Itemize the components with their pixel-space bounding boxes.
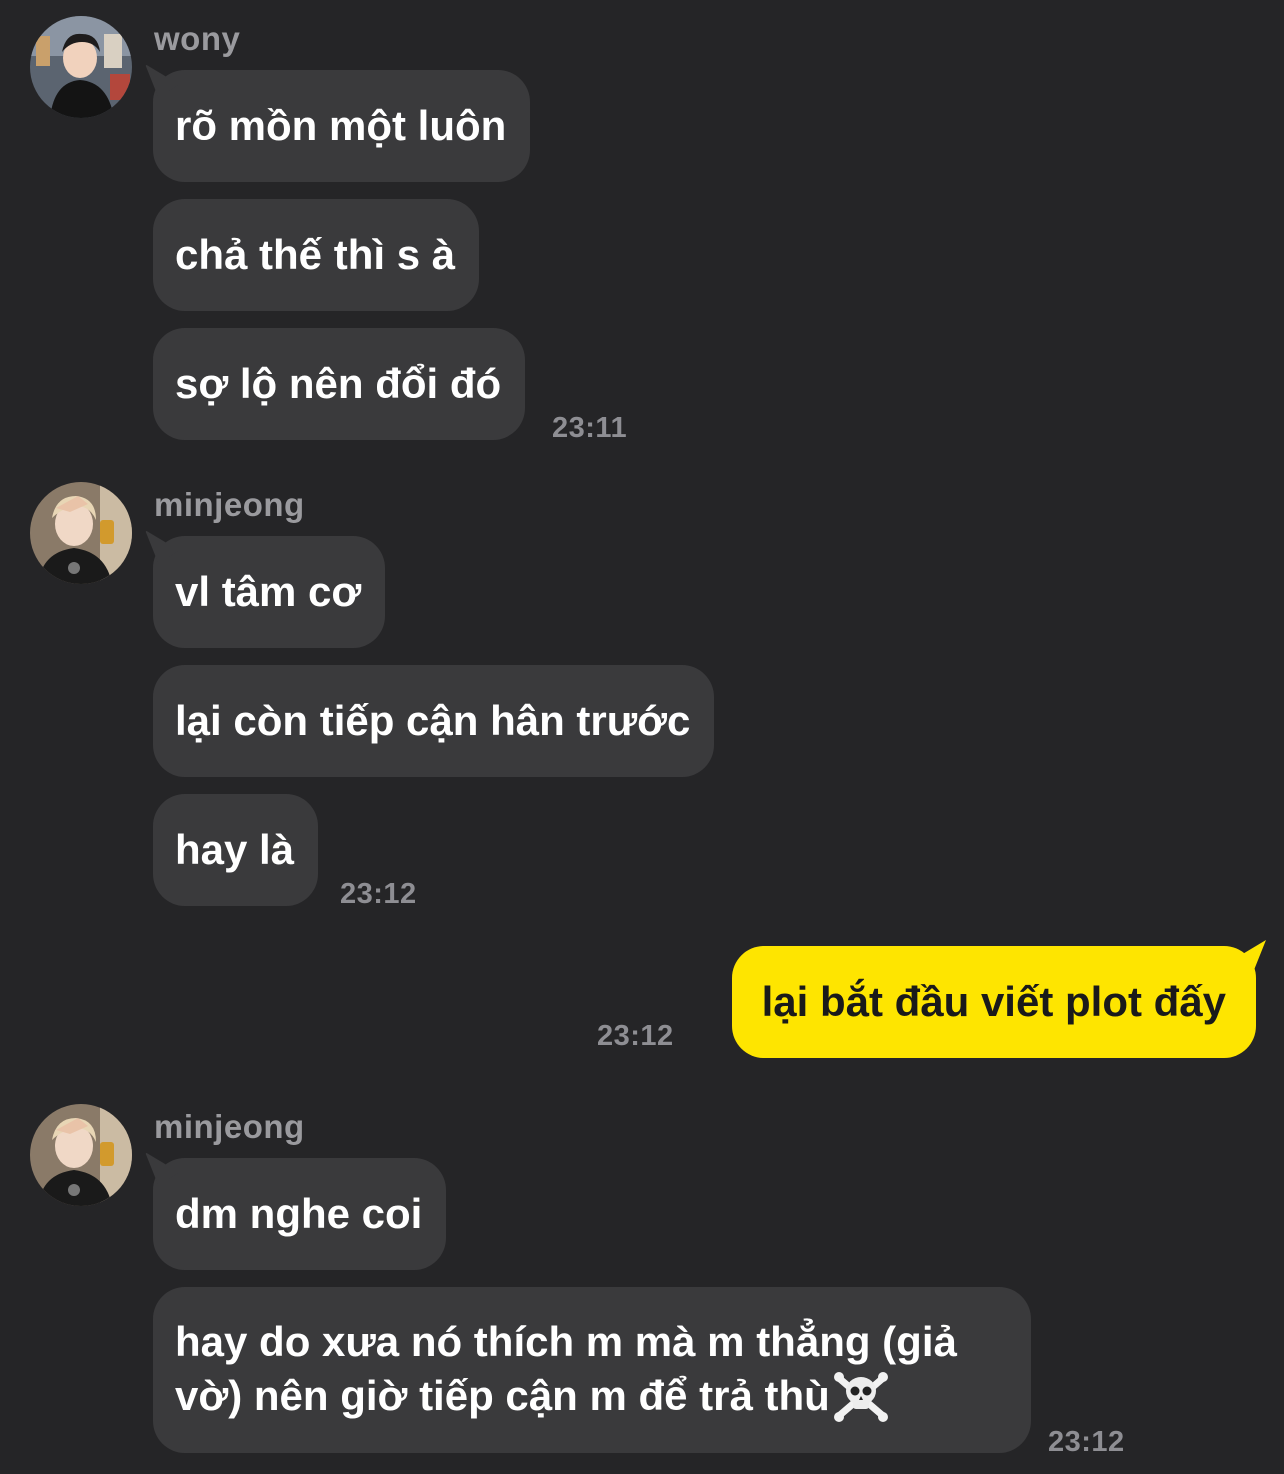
message-timestamp: 23:12 (597, 1020, 674, 1052)
chat-screen: wony rõ mồn một luôn chả thế thì s à sợ … (0, 0, 1284, 1474)
message-bubble[interactable]: chả thế thì s à (153, 199, 480, 311)
message-bubble[interactable]: dm nghe coi (153, 1158, 447, 1270)
message-bubble[interactable]: lại còn tiếp cận hân trước (153, 665, 715, 777)
message-bubble[interactable]: hay là (153, 794, 319, 906)
avatar-minjeong[interactable] (30, 1104, 132, 1206)
skull-crossbones-icon (832, 1365, 890, 1423)
outgoing-message-bubble[interactable]: lại bắt đầu viết plot đấy (731, 946, 1256, 1058)
message-timestamp: 23:12 (1048, 1426, 1125, 1458)
message-bubble[interactable]: sợ lộ nên đổi đó (153, 328, 526, 440)
message-bubble[interactable]: hay do xưa nó thích m mà m thẳng (giả vờ… (153, 1287, 1031, 1453)
message-timestamp: 23:12 (340, 878, 417, 910)
message-bubble[interactable]: vl tâm cơ (153, 536, 386, 648)
avatar-minjeong[interactable] (30, 482, 132, 584)
sender-name: minjeong (154, 486, 305, 523)
message-bubble[interactable]: rõ mồn một luôn (153, 70, 531, 182)
message-timestamp: 23:11 (552, 412, 628, 444)
avatar-wony[interactable] (30, 16, 132, 118)
sender-name: minjeong (154, 1108, 305, 1145)
sender-name: wony (154, 20, 241, 57)
